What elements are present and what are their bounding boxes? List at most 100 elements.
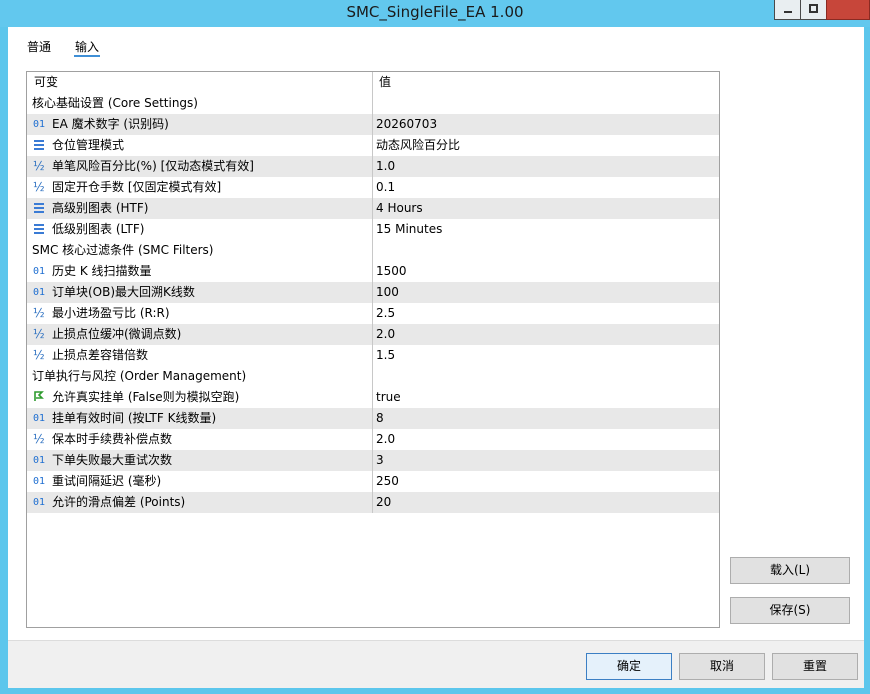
variable-label: 低级别图表 (LTF) <box>52 222 145 236</box>
value-cell[interactable]: true <box>373 387 719 408</box>
tab-general[interactable]: 普通 <box>27 38 51 55</box>
group-label: SMC 核心过滤条件 (SMC Filters) <box>32 243 214 257</box>
input-row[interactable]: 仓位管理模式 动态风险百分比 <box>27 135 719 156</box>
ok-button[interactable]: 确定 <box>586 653 672 680</box>
value-cell[interactable]: 1.5 <box>373 345 719 366</box>
variable-label: 高级别图表 (HTF) <box>52 201 149 215</box>
reset-button[interactable]: 重置 <box>772 653 858 680</box>
load-button[interactable]: 载入(L) <box>730 557 850 584</box>
input-row[interactable]: 低级别图表 (LTF) 15 Minutes <box>27 219 719 240</box>
variable-cell: 01 允许的滑点偏差 (Points) <box>27 492 373 513</box>
header-value[interactable]: 值 <box>373 72 719 93</box>
integer-type-icon: 01 <box>33 119 46 130</box>
input-row[interactable]: 允许真实挂单 (False则为模拟空跑) true <box>27 387 719 408</box>
maximize-icon <box>809 4 818 13</box>
double-type-icon: ½ <box>33 348 45 362</box>
group-row[interactable]: 订单执行与风控 (Order Management) <box>27 366 719 387</box>
maximize-button[interactable] <box>800 0 827 20</box>
variable-cell: 允许真实挂单 (False则为模拟空跑) <box>27 387 373 408</box>
value-cell[interactable]: 0.1 <box>373 177 719 198</box>
value-cell[interactable]: 2.0 <box>373 429 719 450</box>
variable-label: 挂单有效时间 (按LTF K线数量) <box>52 411 217 425</box>
value-cell[interactable]: 1500 <box>373 261 719 282</box>
grid-header: 可变 值 <box>27 72 719 93</box>
variable-cell: 01 重试间隔延迟 (毫秒) <box>27 471 373 492</box>
variable-cell: 01 挂单有效时间 (按LTF K线数量) <box>27 408 373 429</box>
value-cell[interactable]: 250 <box>373 471 719 492</box>
variable-label: 单笔风险百分比(%) [仅动态模式有效] <box>52 159 254 173</box>
input-row[interactable]: ½ 保本时手续费补偿点数 2.0 <box>27 429 719 450</box>
enum-type-icon <box>33 198 51 219</box>
value-cell[interactable]: 2.5 <box>373 303 719 324</box>
double-type-icon: ½ <box>33 327 45 341</box>
input-row[interactable]: ½ 止损点位缓冲(微调点数) 2.0 <box>27 324 719 345</box>
value-cell[interactable]: 20 <box>373 492 719 513</box>
variable-label: 订单块(OB)最大回溯K线数 <box>52 285 195 299</box>
double-type-icon: ½ <box>33 159 45 173</box>
variable-label: EA 魔术数字 (识别码) <box>52 117 169 131</box>
integer-type-icon: 01 <box>33 266 46 277</box>
cancel-button[interactable]: 取消 <box>679 653 765 680</box>
input-row[interactable]: ½ 单笔风险百分比(%) [仅动态模式有效] 1.0 <box>27 156 719 177</box>
variable-label: 允许真实挂单 (False则为模拟空跑) <box>52 390 240 404</box>
value-cell[interactable]: 动态风险百分比 <box>373 135 719 156</box>
minimize-icon <box>784 11 792 13</box>
input-row[interactable]: 高级别图表 (HTF) 4 Hours <box>27 198 719 219</box>
variable-cell: ½ 最小进场盈亏比 (R:R) <box>27 303 373 324</box>
group-label: 订单执行与风控 (Order Management) <box>32 369 247 383</box>
value-cell <box>373 240 719 261</box>
group-row[interactable]: 核心基础设置 (Core Settings) <box>27 93 719 114</box>
input-row[interactable]: 01 允许的滑点偏差 (Points) 20 <box>27 492 719 513</box>
integer-type-icon: 01 <box>33 287 46 298</box>
bool-type-icon <box>33 387 51 408</box>
double-type-icon: ½ <box>33 306 45 320</box>
group-row[interactable]: SMC 核心过滤条件 (SMC Filters) <box>27 240 719 261</box>
enum-type-icon <box>33 135 51 156</box>
enum-type-icon <box>33 219 51 240</box>
variable-cell: 高级别图表 (HTF) <box>27 198 373 219</box>
integer-type-icon: 01 <box>33 413 46 424</box>
value-cell[interactable]: 8 <box>373 408 719 429</box>
variable-label: 固定开仓手数 [仅固定模式有效] <box>52 180 222 194</box>
input-row[interactable]: 01 历史 K 线扫描数量 1500 <box>27 261 719 282</box>
value-cell[interactable]: 100 <box>373 282 719 303</box>
integer-type-icon: 01 <box>33 476 46 487</box>
save-button[interactable]: 保存(S) <box>730 597 850 624</box>
variable-label: 历史 K 线扫描数量 <box>52 264 152 278</box>
tab-inputs[interactable]: 输入 <box>75 38 99 55</box>
double-type-icon: ½ <box>33 432 45 446</box>
value-cell[interactable]: 4 Hours <box>373 198 719 219</box>
double-type-icon: ½ <box>33 180 45 194</box>
inputs-grid[interactable]: 可变 值 核心基础设置 (Core Settings) 01 EA 魔术数字 (识别… <box>26 71 720 628</box>
input-row[interactable]: 01 订单块(OB)最大回溯K线数 100 <box>27 282 719 303</box>
input-row[interactable]: 01 挂单有效时间 (按LTF K线数量) 8 <box>27 408 719 429</box>
input-row[interactable]: 01 EA 魔术数字 (识别码) 20260703 <box>27 114 719 135</box>
value-cell[interactable]: 15 Minutes <box>373 219 719 240</box>
value-cell[interactable]: 3 <box>373 450 719 471</box>
variable-cell: ½ 保本时手续费补偿点数 <box>27 429 373 450</box>
value-cell[interactable]: 2.0 <box>373 324 719 345</box>
variable-label: 止损点差容错倍数 <box>52 348 149 362</box>
value-cell[interactable]: 1.0 <box>373 156 719 177</box>
variable-label: 最小进场盈亏比 (R:R) <box>52 306 170 320</box>
value-cell[interactable]: 20260703 <box>373 114 719 135</box>
header-variable[interactable]: 可变 <box>27 72 373 93</box>
variable-cell: 01 历史 K 线扫描数量 <box>27 261 373 282</box>
value-cell <box>373 366 719 387</box>
input-row[interactable]: ½ 止损点差容错倍数 1.5 <box>27 345 719 366</box>
variable-label: 止损点位缓冲(微调点数) <box>52 327 182 341</box>
variable-cell: SMC 核心过滤条件 (SMC Filters) <box>27 240 373 261</box>
input-row[interactable]: ½ 最小进场盈亏比 (R:R) 2.5 <box>27 303 719 324</box>
variable-cell: 01 下单失败最大重试次数 <box>27 450 373 471</box>
minimize-button[interactable] <box>774 0 801 20</box>
group-label: 核心基础设置 (Core Settings) <box>32 96 198 110</box>
input-row[interactable]: ½ 固定开仓手数 [仅固定模式有效] 0.1 <box>27 177 719 198</box>
variable-label: 下单失败最大重试次数 <box>52 453 173 467</box>
input-row[interactable]: 01 下单失败最大重试次数 3 <box>27 450 719 471</box>
variable-cell: ½ 单笔风险百分比(%) [仅动态模式有效] <box>27 156 373 177</box>
window-title: SMC_SingleFile_EA 1.00 <box>346 3 524 21</box>
close-button[interactable] <box>826 0 870 20</box>
variable-label: 仓位管理模式 <box>52 138 125 152</box>
integer-type-icon: 01 <box>33 497 46 508</box>
input-row[interactable]: 01 重试间隔延迟 (毫秒) 250 <box>27 471 719 492</box>
